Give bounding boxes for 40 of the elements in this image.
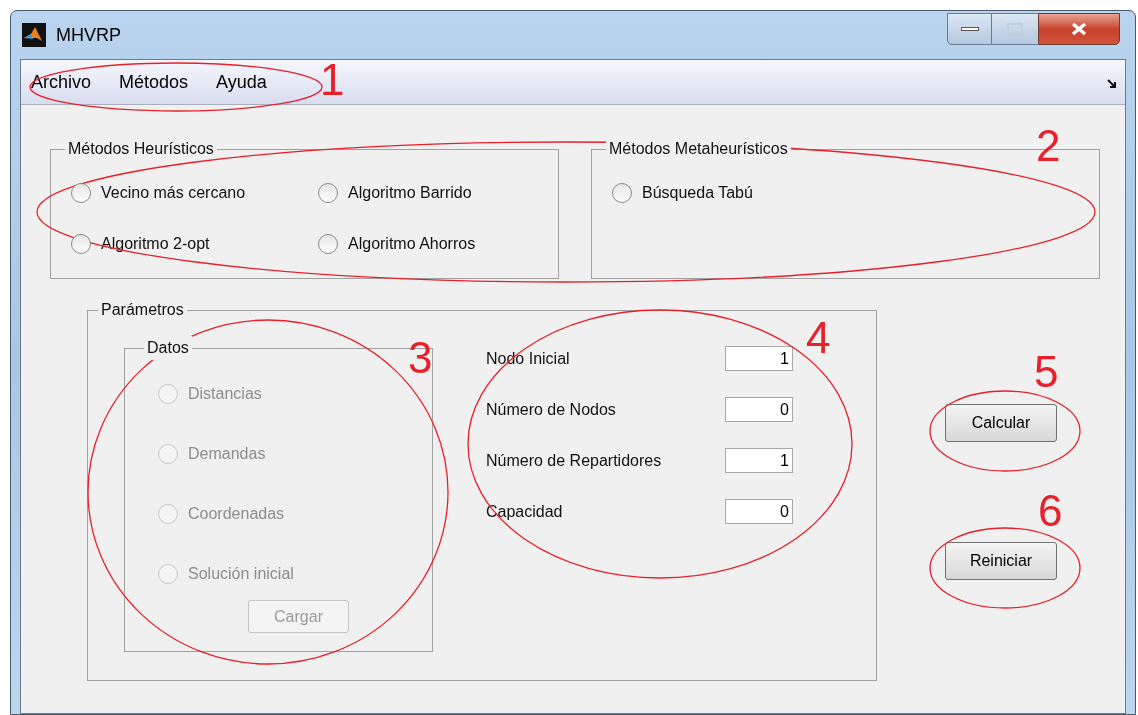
radio-label: Algoritmo 2-opt	[101, 234, 210, 254]
field-label: Número de Nodos	[486, 399, 617, 420]
panel-title: Métodos Heurísticos	[67, 139, 215, 159]
radio-label: Búsqueda Tabú	[642, 183, 753, 203]
menu-item[interactable]: Métodos	[119, 68, 189, 96]
window-title: MHVRP	[56, 23, 121, 47]
field-label: Número de Repartidores	[486, 450, 663, 471]
radio-button[interactable]	[318, 234, 338, 254]
app-logo-icon	[22, 23, 46, 47]
radio-label: Vecino más cercano	[101, 183, 246, 203]
annotation-number: 2	[1036, 124, 1061, 168]
calculate-button[interactable]: Calcular	[945, 404, 1057, 442]
annotation-number: 1	[320, 58, 345, 102]
input-field[interactable]: 1	[725, 346, 793, 371]
annotation-number: 5	[1034, 350, 1059, 394]
input-field[interactable]: 0	[725, 499, 793, 524]
radio-button[interactable]	[71, 234, 91, 254]
annotation-number: 3	[408, 336, 433, 380]
input-field[interactable]: 1	[725, 448, 793, 473]
radio-label: Demandas	[188, 444, 266, 464]
radio-label: Coordenadas	[188, 504, 285, 524]
maximize-button[interactable]	[992, 13, 1038, 45]
dock-arrow-icon[interactable]	[1107, 79, 1117, 89]
radio-button[interactable]	[318, 183, 338, 203]
input-field[interactable]: 0	[725, 397, 793, 422]
minimize-button[interactable]	[947, 13, 992, 45]
radio-label: Algoritmo Ahorros	[348, 234, 476, 254]
radio-label: Solución inicial	[188, 564, 294, 584]
radio-button[interactable]	[612, 183, 632, 203]
reset-button[interactable]: Reiniciar	[945, 542, 1057, 580]
annotation-number: 4	[806, 316, 831, 360]
radio-label: Algoritmo Barrido	[348, 183, 472, 203]
close-button[interactable]	[1038, 13, 1120, 45]
menu-item[interactable]: Archivo	[31, 68, 92, 96]
close-icon	[1070, 22, 1088, 36]
panel-title: Parámetros	[100, 300, 185, 320]
annotation-number: 6	[1038, 489, 1063, 533]
menu-item[interactable]: Ayuda	[216, 68, 267, 96]
radio-button[interactable]	[71, 183, 91, 203]
radio-label: Distancias	[188, 384, 262, 404]
